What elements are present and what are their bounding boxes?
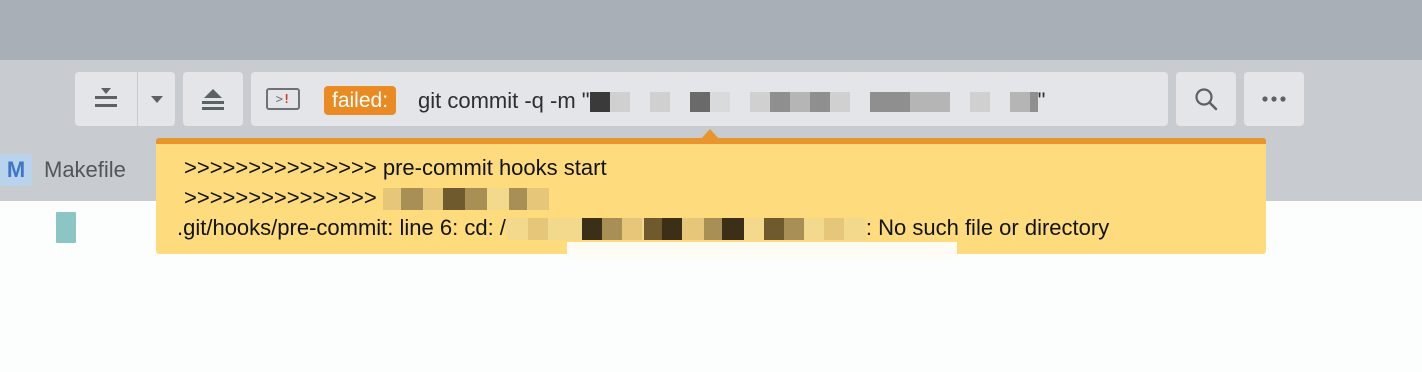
status-badge: failed:	[324, 86, 397, 115]
download-button-group	[75, 72, 175, 126]
download-button[interactable]	[75, 72, 137, 126]
command-suffix: "	[1037, 88, 1046, 113]
command-text: git commit -q -m " "	[418, 86, 1045, 115]
popup-line-3-prefix: .git/hooks/pre-commit: line 6: cd: /	[177, 215, 506, 240]
eject-icon	[202, 89, 224, 110]
popup-line-3-suffix: : No such file or directory	[865, 215, 1110, 240]
eject-button-group	[183, 72, 243, 126]
terminal-prompt-glyph: >	[275, 92, 283, 106]
popup-line-2: >>>>>>>>>>>>>>>	[184, 184, 549, 212]
tab-makefile[interactable]: Makefile	[44, 156, 126, 184]
file-icon	[56, 212, 76, 243]
popup-line-2-prefix: >>>>>>>>>>>>>>>	[184, 185, 383, 210]
search-button[interactable]	[1176, 72, 1236, 126]
more-button-group	[1244, 72, 1304, 126]
redacted-path	[505, 215, 866, 241]
more-icon	[1262, 96, 1286, 102]
chevron-down-icon	[150, 96, 163, 103]
eject-button[interactable]	[183, 72, 243, 126]
window-top-bar	[0, 0, 1422, 60]
command-prefix: git commit -q -m "	[418, 88, 590, 113]
terminal-error-icon: >!	[266, 88, 300, 110]
search-icon	[1195, 88, 1218, 111]
redacted-commit-message	[589, 88, 1038, 113]
search-button-group	[1176, 72, 1236, 126]
popup-line-3: .git/hooks/pre-commit: line 6: cd: / : No…	[177, 214, 1109, 242]
more-button[interactable]	[1244, 72, 1304, 126]
download-options-dropdown[interactable]	[138, 72, 175, 126]
redaction-overlay	[567, 242, 957, 258]
download-tray-icon	[95, 88, 117, 107]
makefile-icon: M	[0, 154, 32, 186]
terminal-error-glyph: !	[283, 92, 291, 106]
popup-line-1: >>>>>>>>>>>>>>> pre-commit hooks start	[184, 155, 607, 180]
redacted-text	[382, 185, 549, 211]
